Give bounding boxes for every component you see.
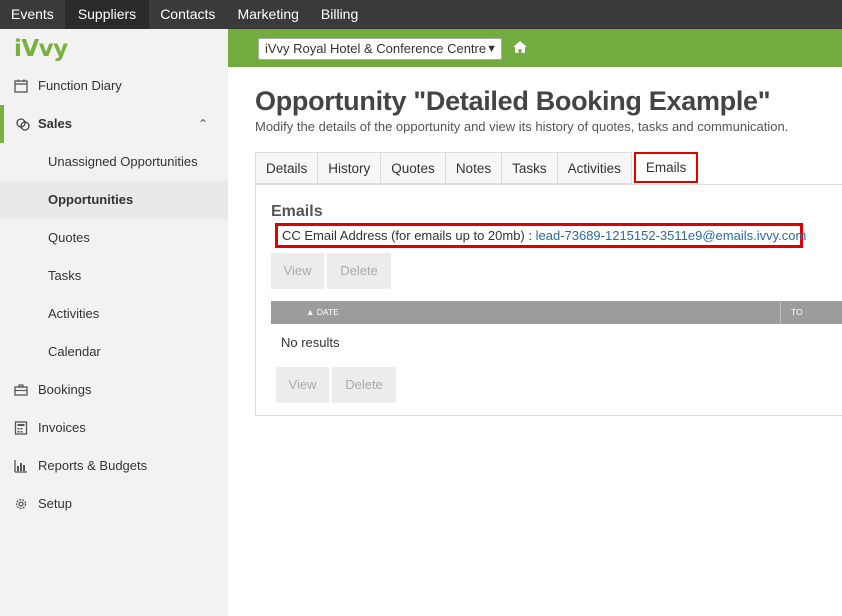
sidebar-item-activities[interactable]: Activities — [0, 295, 228, 333]
nav-events[interactable]: Events — [0, 0, 65, 29]
sidebar-item-label: Bookings — [38, 382, 92, 397]
chevron-up-icon[interactable]: ⌃ — [198, 105, 208, 143]
tab-activities[interactable]: Activities — [556, 152, 632, 184]
top-nav: Events Suppliers Contacts Marketing Bill… — [0, 0, 842, 29]
ivvy-logo[interactable]: iVvy — [14, 36, 68, 62]
sidebar-item-quotes[interactable]: Quotes — [0, 219, 228, 257]
view-button-bottom[interactable]: View — [276, 367, 329, 403]
tab-tasks[interactable]: Tasks — [501, 152, 557, 184]
sidebar-item-label: Invoices — [38, 420, 86, 435]
sidebar-item-unassigned-opportunities[interactable]: Unassigned Opportunities — [0, 143, 228, 181]
venue-select-value: iVvy Royal Hotel & Conference Centre — [265, 41, 487, 56]
sidebar-item-label: Function Diary — [38, 78, 122, 93]
no-results-text: No results — [281, 335, 340, 350]
sidebar-item-sales[interactable]: Sales ⌃ — [0, 105, 228, 143]
sidebar: iVvy Function Diary Sales ⌃ Unassigned O… — [0, 29, 228, 616]
tab-details[interactable]: Details — [255, 152, 318, 184]
sidebar-item-reports-budgets[interactable]: Reports & Budgets — [0, 447, 228, 485]
sidebar-item-opportunities[interactable]: Opportunities — [0, 181, 228, 219]
sidebar-item-label: Setup — [38, 496, 72, 511]
sidebar-item-label: Quotes — [48, 230, 90, 245]
tab-history[interactable]: History — [317, 152, 381, 184]
venue-bar: iVvy Royal Hotel & Conference Centre ▼ — [228, 29, 842, 67]
calculator-icon — [14, 421, 28, 435]
page-subtitle: Modify the details of the opportunity an… — [255, 119, 789, 134]
column-header-date[interactable]: ▲ DATE — [306, 301, 339, 324]
nav-suppliers[interactable]: Suppliers — [64, 0, 150, 29]
home-icon[interactable] — [512, 39, 528, 55]
cc-email-line: CC Email Address (for emails up to 20mb)… — [275, 223, 806, 248]
sidebar-item-label: Unassigned Opportunities — [48, 154, 198, 169]
calendar-icon — [14, 79, 28, 93]
sidebar-item-bookings[interactable]: Bookings — [0, 371, 228, 409]
sidebar-item-tasks[interactable]: Tasks — [0, 257, 228, 295]
tab-bar: Details History Quotes Notes Tasks Activ… — [255, 152, 699, 184]
sidebar-item-calendar[interactable]: Calendar — [0, 333, 228, 371]
emails-heading: Emails — [271, 203, 323, 220]
cc-email-label: CC Email Address (for emails up to 20mb)… — [282, 228, 532, 243]
bar-chart-icon — [14, 460, 27, 473]
column-header-to[interactable]: TO — [791, 301, 803, 324]
cc-email-link[interactable]: lead-73689-1215152-3511e9@emails.ivvy.co… — [536, 228, 807, 243]
delete-button-top[interactable]: Delete — [327, 253, 391, 289]
column-divider — [780, 301, 781, 324]
sidebar-item-function-diary[interactable]: Function Diary — [0, 67, 228, 105]
gear-icon — [15, 498, 27, 510]
delete-button-bottom[interactable]: Delete — [332, 367, 396, 403]
briefcase-icon — [14, 384, 28, 396]
view-button-top[interactable]: View — [271, 253, 324, 289]
nav-billing[interactable]: Billing — [310, 0, 369, 29]
nav-contacts[interactable]: Contacts — [149, 0, 226, 29]
tab-notes[interactable]: Notes — [444, 152, 502, 184]
sidebar-item-label: Activities — [48, 306, 100, 321]
nav-marketing[interactable]: Marketing — [226, 0, 309, 29]
venue-select[interactable]: iVvy Royal Hotel & Conference Centre ▼ — [258, 38, 502, 60]
sidebar-item-label: Tasks — [48, 268, 82, 283]
emails-panel: Emails CC Email Address (for emails up t… — [255, 184, 842, 416]
sales-icon — [16, 118, 30, 131]
page-title: Opportunity "Detailed Booking Example" — [255, 86, 771, 116]
tab-emails[interactable]: Emails — [633, 152, 699, 183]
chevron-down-icon: ▼ — [486, 43, 497, 55]
sidebar-item-label: Calendar — [48, 344, 101, 359]
sidebar-item-label: Sales — [38, 116, 72, 131]
tab-quotes[interactable]: Quotes — [380, 152, 445, 184]
sidebar-item-label: Reports & Budgets — [38, 458, 148, 473]
sidebar-item-invoices[interactable]: Invoices — [0, 409, 228, 447]
emails-grid-header: ▲ DATE TO — [271, 301, 842, 324]
sidebar-item-label: Opportunities — [48, 192, 134, 207]
sidebar-item-setup[interactable]: Setup — [0, 485, 228, 523]
